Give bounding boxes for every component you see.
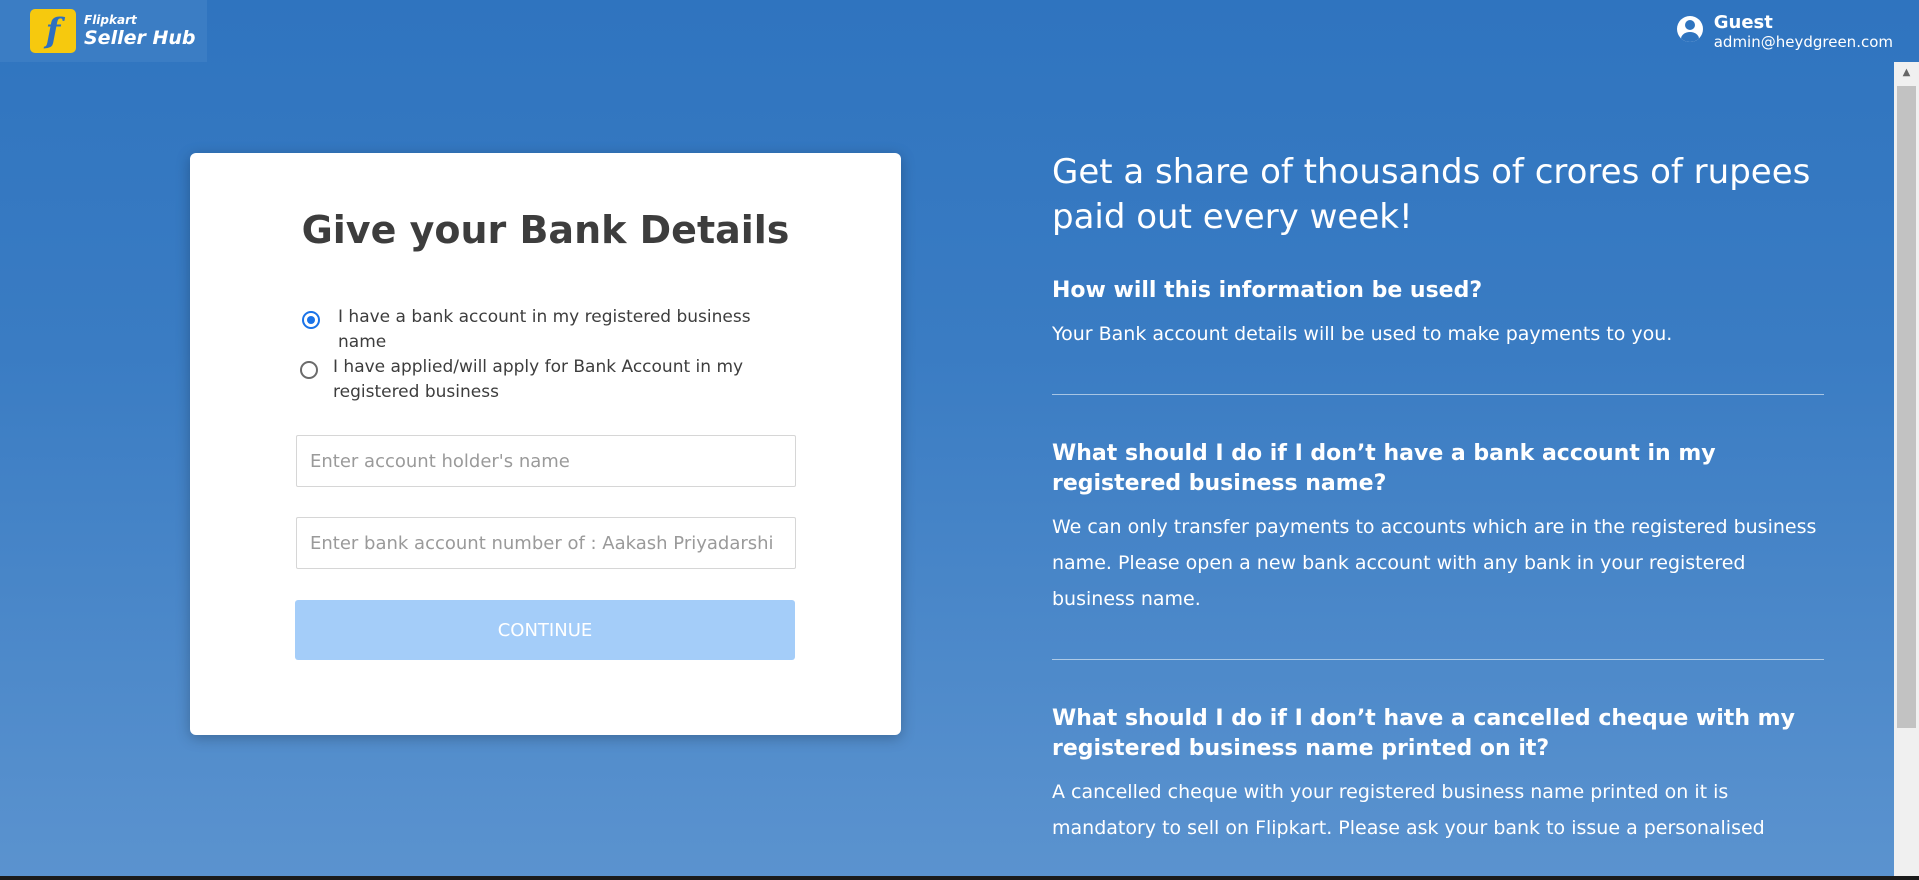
faq-section: What should I do if I don’t have a cance…: [1052, 704, 1824, 846]
faq-question: What should I do if I don’t have a cance…: [1052, 706, 1795, 761]
bank-details-card: Give your Bank Details I have a bank acc…: [190, 153, 901, 735]
user-name: Guest: [1713, 12, 1773, 33]
divider: [1052, 394, 1824, 395]
user-info: Guest admin@heydgreen.com: [1714, 12, 1893, 52]
account-holder-name-input[interactable]: [296, 435, 796, 487]
divider: [1052, 659, 1824, 660]
logo-line-1: Flipkart: [84, 13, 137, 27]
radio-label: I have a bank account in my registered b…: [338, 307, 751, 352]
radio-button-checked[interactable]: [302, 311, 320, 329]
radio-option-applied-account[interactable]: I have applied/will apply for Bank Accou…: [300, 355, 770, 405]
page-scrollbar[interactable]: ▲: [1894, 62, 1919, 880]
continue-button[interactable]: CONTINUE: [295, 600, 795, 660]
faq-answer: A cancelled cheque with your registered …: [1052, 781, 1765, 839]
info-panel: Get a share of thousands of crores of ru…: [1052, 150, 1824, 846]
bottom-edge: [0, 876, 1919, 880]
faq-question: How will this information be used?: [1052, 278, 1483, 303]
page-title: Give your Bank Details: [301, 208, 790, 252]
faq-answer: Your Bank account details will be used t…: [1052, 323, 1673, 345]
scroll-up-arrow-icon[interactable]: ▲: [1894, 62, 1919, 82]
account-number-input[interactable]: [296, 517, 796, 569]
logo-text: Flipkart Seller Hub: [84, 13, 196, 49]
radio-option-bank-account[interactable]: I have a bank account in my registered b…: [302, 305, 772, 355]
faq-section: What should I do if I don’t have a bank …: [1052, 439, 1824, 617]
info-headline: Get a share of thousands of crores of ru…: [1052, 152, 1811, 237]
scrollbar-thumb[interactable]: [1897, 86, 1916, 728]
user-email: admin@heydgreen.com: [1713, 33, 1893, 51]
user-menu[interactable]: Guest admin@heydgreen.com: [1676, 12, 1893, 52]
radio-label: I have applied/will apply for Bank Accou…: [333, 357, 744, 402]
account-circle-icon: [1676, 16, 1703, 42]
logo-line-2: Seller Hub: [84, 27, 196, 49]
radio-button-unchecked[interactable]: [300, 361, 318, 379]
faq-answer: We can only transfer payments to account…: [1052, 516, 1817, 610]
seller-hub-logo[interactable]: f Flipkart Seller Hub: [0, 0, 207, 62]
flipkart-f-icon: f: [30, 9, 76, 53]
faq-section: How will this information be used? Your …: [1052, 276, 1824, 352]
faq-question: What should I do if I don’t have a bank …: [1052, 441, 1716, 496]
